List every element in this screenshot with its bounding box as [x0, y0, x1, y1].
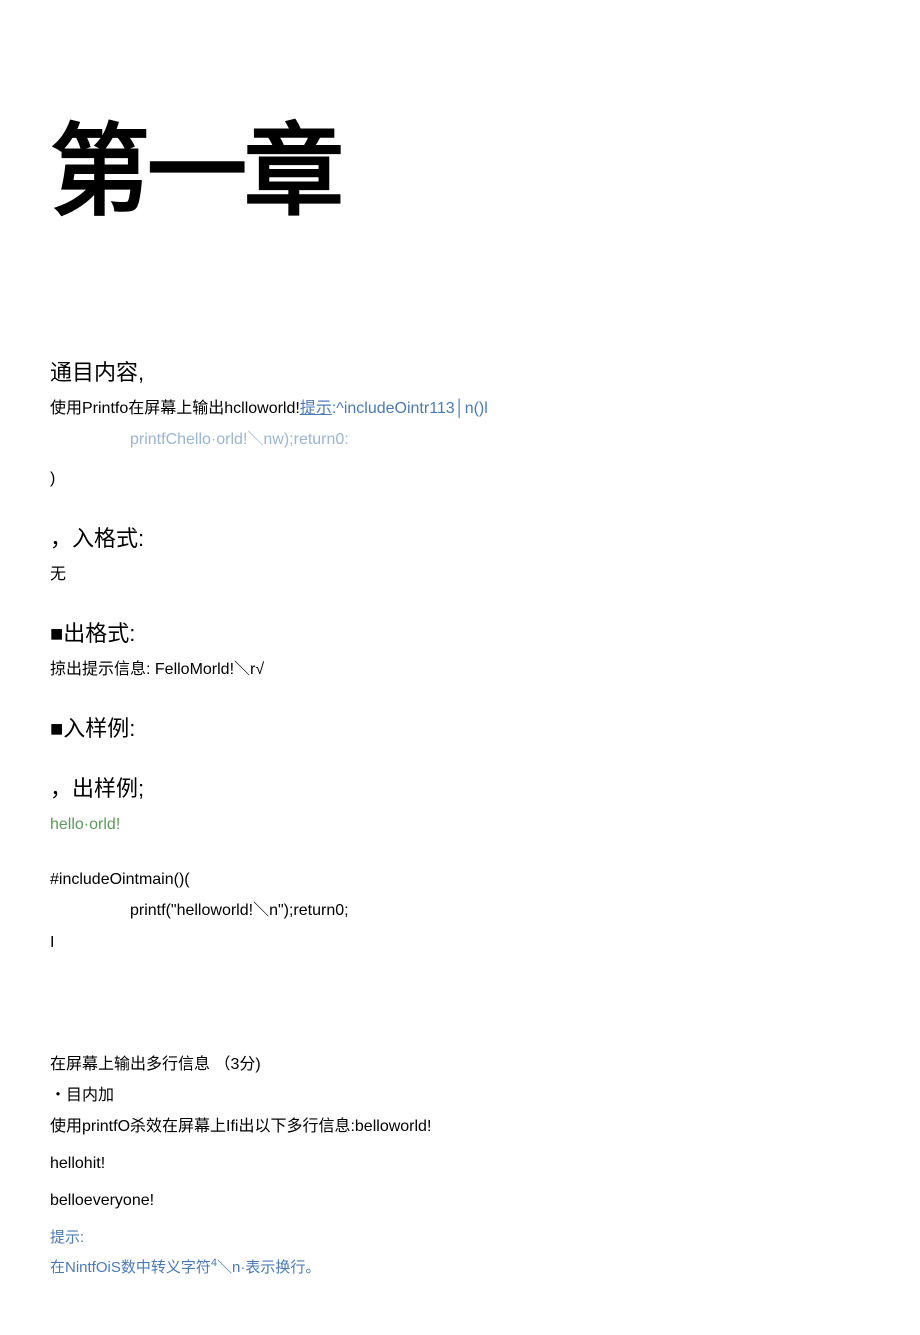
code-line: #includeOintmain()( [50, 866, 870, 893]
text-segment: ＼n·表示换行。 [217, 1259, 320, 1276]
hint-link[interactable]: 提示 [300, 400, 332, 417]
body-line: 掠出提示信息: FelloMorld!＼r√ [50, 656, 870, 683]
section-heading-output-format: ■出格式: [50, 616, 870, 648]
hint-content: 在NintfOiS数中转义字符4＼n·表示换行。 [50, 1254, 870, 1281]
body-line: ) [50, 465, 870, 492]
body-line: ・目内加 [50, 1082, 870, 1109]
body-line: belloeveryone! [50, 1187, 870, 1214]
text-segment: 使用Printfo在屏幕上输出hclloworld! [50, 400, 300, 417]
body-line: hellohit! [50, 1150, 870, 1177]
body-line: 使用printfO杀效在屏幕上Ifi出以下多行信息:belloworld! [50, 1113, 870, 1140]
chapter-title: 第一章 [50, 90, 870, 235]
section-heading-content: 通目内容, [50, 355, 870, 387]
hint-label: 提示: [50, 1225, 870, 1251]
output-example-text: hello·orld! [50, 811, 870, 838]
text-segment-blue: :^includeOintr113│n()l [332, 400, 488, 417]
body-line: 在屏幕上输出多行信息 （3分) [50, 1051, 870, 1078]
section-heading-output-example: ，出样例; [50, 771, 870, 803]
code-line: printfChello·orld!＼nw);return0: [50, 426, 870, 453]
code-line: I [50, 929, 870, 956]
body-line: 无 [50, 561, 870, 588]
code-line: printf("helloworld!＼n");return0; [50, 897, 870, 924]
body-line: 使用Printfo在屏幕上输出hclloworld!提示:^includeOin… [50, 395, 870, 422]
section-heading-input-format: ，入格式: [50, 521, 870, 553]
section-heading-input-example: ■入样例: [50, 711, 870, 743]
text-segment: 在NintfOiS数中转义字符 [50, 1259, 211, 1276]
